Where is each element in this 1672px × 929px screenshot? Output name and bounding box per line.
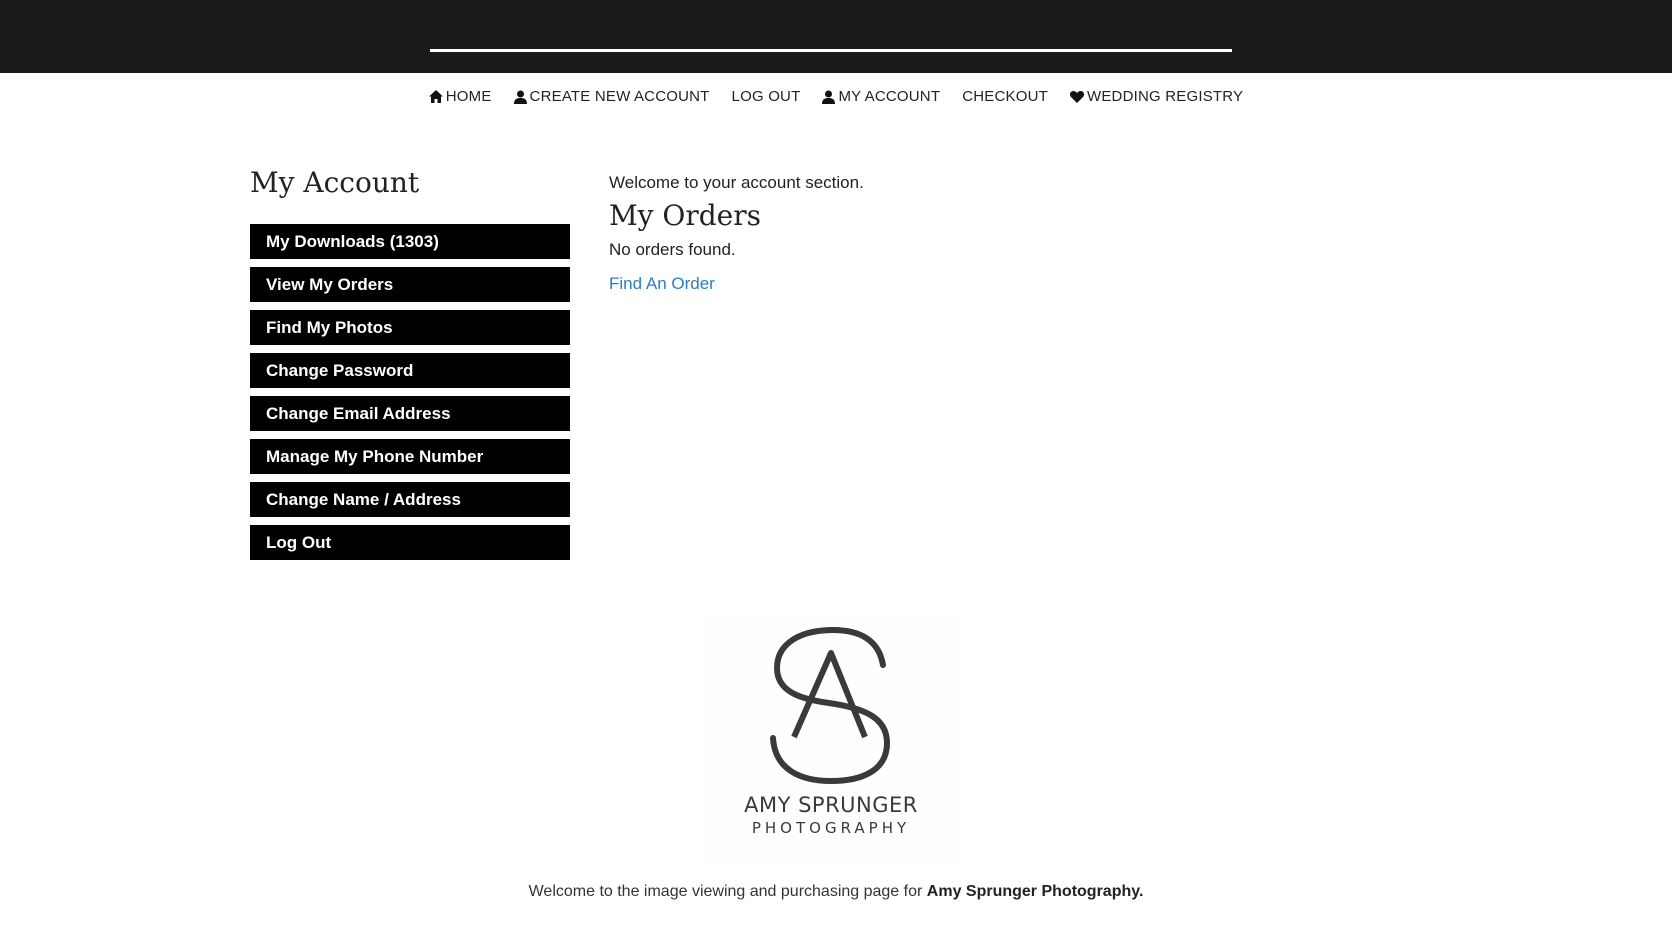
manage-phone-button[interactable]: Manage My Phone Number — [250, 439, 570, 474]
nav-wedding-registry[interactable]: WEDDING REGISTRY — [1069, 88, 1244, 105]
footer-message: Welcome to the image viewing and purchas… — [528, 883, 923, 900]
account-menu: My Downloads (1303) View My Orders Find … — [250, 224, 570, 568]
find-my-photos-button[interactable]: Find My Photos — [250, 310, 570, 345]
nav-my-account-label: MY ACCOUNT — [838, 88, 941, 105]
change-password-button[interactable]: Change Password — [250, 353, 570, 388]
sidebar-title: My Account — [250, 166, 420, 199]
my-downloads-button[interactable]: My Downloads (1303) — [250, 224, 570, 259]
nav-home-label: HOME — [445, 88, 492, 105]
top-header-bar — [0, 0, 1672, 73]
welcome-message: Welcome to your account section. — [609, 173, 864, 192]
nav-home[interactable]: HOME — [428, 88, 492, 105]
nav-wedding-registry-label: WEDDING REGISTRY — [1086, 88, 1244, 105]
monogram-logo-icon — [770, 626, 891, 785]
change-email-button[interactable]: Change Email Address — [250, 396, 570, 431]
nav-checkout-label: CHECKOUT — [962, 88, 1048, 105]
home-icon — [428, 90, 443, 103]
user-icon — [822, 90, 836, 104]
view-my-orders-button[interactable]: View My Orders — [250, 267, 570, 302]
nav-checkout[interactable]: CHECKOUT — [962, 88, 1048, 105]
account-content: Welcome to your account section. My Orde… — [609, 173, 1309, 294]
no-orders-message: No orders found. — [609, 240, 736, 259]
header-divider-line — [430, 49, 1232, 52]
logo-subtitle-text: PHOTOGRAPHY — [751, 819, 911, 837]
nav-create-account-label: CREATE NEW ACCOUNT — [529, 88, 710, 105]
footer-brand: Amy Sprunger Photography. — [926, 883, 1144, 900]
nav-log-out-label: LOG OUT — [731, 88, 801, 105]
find-an-order-link[interactable]: Find An Order — [609, 274, 715, 293]
nav-log-out[interactable]: LOG OUT — [732, 88, 801, 105]
brand-logo: AMY SPRUNGER PHOTOGRAPHY — [701, 613, 961, 863]
user-icon — [513, 90, 527, 104]
heart-icon — [1069, 90, 1084, 103]
footer-text: Welcome to the image viewing and purchas… — [0, 883, 1672, 901]
main-navigation: HOME CREATE NEW ACCOUNT LOG OUT MY ACCOU… — [0, 88, 1672, 105]
nav-my-account[interactable]: MY ACCOUNT — [822, 88, 940, 105]
change-name-address-button[interactable]: Change Name / Address — [250, 482, 570, 517]
nav-create-account[interactable]: CREATE NEW ACCOUNT — [513, 88, 710, 105]
log-out-button[interactable]: Log Out — [250, 525, 570, 560]
orders-heading: My Orders — [609, 199, 761, 232]
logo-name-text: AMY SPRUNGER — [744, 793, 918, 817]
